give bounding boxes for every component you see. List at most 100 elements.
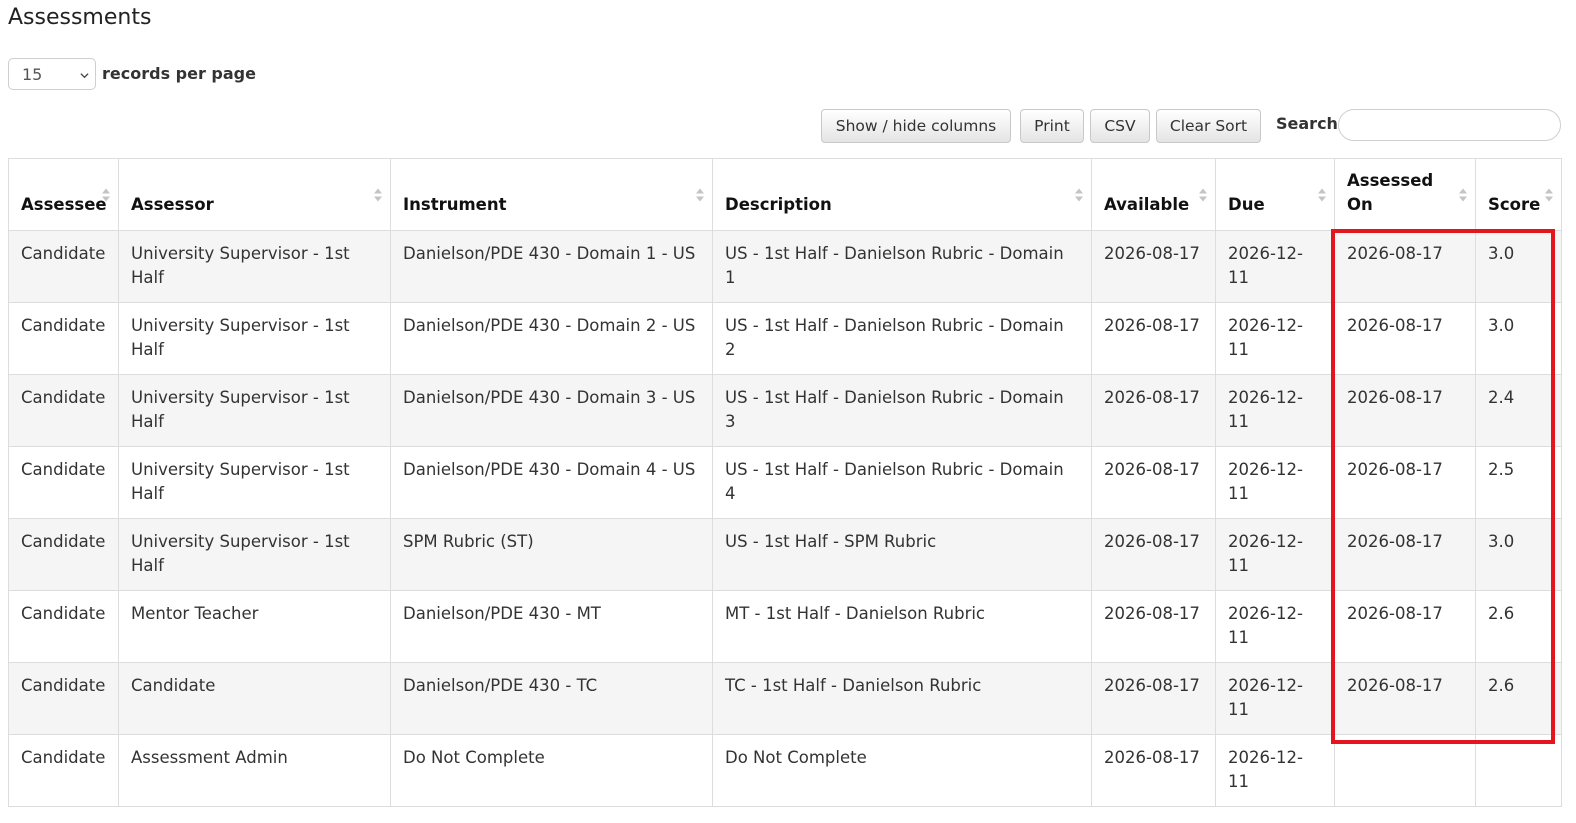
table-row[interactable]: Candidate Assessment Admin Do Not Complete… xyxy=(8,734,1562,807)
sort-both-icon[interactable] xyxy=(1458,187,1468,203)
records-per-page-select[interactable]: 15 xyxy=(8,58,96,90)
table-cell-available: 2026-08-17 xyxy=(1091,302,1216,375)
table-cell-due: 2026-12-11 xyxy=(1215,734,1335,807)
table-cell-score: 3.0 xyxy=(1475,302,1562,375)
table-row[interactable]: Candidate University Supervisor - 1st Hal… xyxy=(8,230,1562,303)
table-cell-due: 2026-12-11 xyxy=(1215,662,1335,735)
table-cell-instrument: Danielson/PDE 430 - Domain 4 - US xyxy=(390,446,713,519)
table-cell-assessor: Candidate xyxy=(118,662,391,735)
assessments-table: Assessee Assessor Instrument Description Ava… xyxy=(8,158,1562,807)
table-cell-description: US - 1st Half - Danielson Rubric - Domai… xyxy=(712,374,1092,447)
table-header-row: Assessee Assessor Instrument Description Ava… xyxy=(8,158,1562,231)
table-cell-instrument: Danielson/PDE 430 - TC xyxy=(390,662,713,735)
table-cell-assessee: Candidate xyxy=(8,518,119,591)
table-row[interactable]: Candidate University Supervisor - 1st Hal… xyxy=(8,518,1562,591)
search-label: Search: xyxy=(1276,114,1345,133)
table-cell-description: US - 1st Half - Danielson Rubric - Domai… xyxy=(712,230,1092,303)
table-cell-instrument: Danielson/PDE 430 - Domain 2 - US xyxy=(390,302,713,375)
table-cell-assessee: Candidate xyxy=(8,662,119,735)
table-cell-description: Do Not Complete xyxy=(712,734,1092,807)
table-cell-due: 2026-12-11 xyxy=(1215,230,1335,303)
sort-both-icon[interactable] xyxy=(1074,187,1084,203)
sort-both-icon[interactable] xyxy=(1198,187,1208,203)
table-cell-description: US - 1st Half - Danielson Rubric - Domai… xyxy=(712,446,1092,519)
table-cell-assessed-on: 2026-08-17 xyxy=(1334,518,1476,591)
column-header-label: Assessed On xyxy=(1347,171,1434,214)
column-header-due[interactable]: Due xyxy=(1215,158,1335,231)
table-cell-score: 3.0 xyxy=(1475,230,1562,303)
column-header-instrument[interactable]: Instrument xyxy=(390,158,713,231)
table-cell-assessed-on: 2026-08-17 xyxy=(1334,662,1476,735)
table-cell-due: 2026-12-11 xyxy=(1215,590,1335,663)
column-header-score[interactable]: Score xyxy=(1475,158,1562,231)
column-header-assessor[interactable]: Assessor xyxy=(118,158,391,231)
table-cell-description: TC - 1st Half - Danielson Rubric xyxy=(712,662,1092,735)
column-header-assessee[interactable]: Assessee xyxy=(8,158,119,231)
table-cell-assessee: Candidate xyxy=(8,374,119,447)
table-cell-due: 2026-12-11 xyxy=(1215,446,1335,519)
table-cell-score xyxy=(1475,734,1562,807)
table-cell-description: US - 1st Half - SPM Rubric xyxy=(712,518,1092,591)
table-cell-assessed-on: 2026-08-17 xyxy=(1334,446,1476,519)
table-row[interactable]: Candidate University Supervisor - 1st Hal… xyxy=(8,302,1562,375)
column-header-label: Available xyxy=(1104,195,1190,214)
sort-both-icon[interactable] xyxy=(1317,187,1327,203)
table-cell-assessee: Candidate xyxy=(8,590,119,663)
table-cell-available: 2026-08-17 xyxy=(1091,518,1216,591)
column-header-label: Due xyxy=(1228,195,1265,214)
table-cell-description: MT - 1st Half - Danielson Rubric xyxy=(712,590,1092,663)
table-cell-due: 2026-12-11 xyxy=(1215,518,1335,591)
table-cell-assessed-on: 2026-08-17 xyxy=(1334,374,1476,447)
table-cell-due: 2026-12-11 xyxy=(1215,374,1335,447)
sort-both-icon[interactable] xyxy=(695,187,705,203)
table-cell-assessor: Assessment Admin xyxy=(118,734,391,807)
table-cell-score: 2.5 xyxy=(1475,446,1562,519)
table-cell-instrument: Danielson/PDE 430 - Domain 1 - US xyxy=(390,230,713,303)
table-cell-available: 2026-08-17 xyxy=(1091,446,1216,519)
clear-sort-button[interactable]: Clear Sort xyxy=(1156,109,1261,143)
table-cell-available: 2026-08-17 xyxy=(1091,374,1216,447)
table-row[interactable]: Candidate Candidate Danielson/PDE 430 - TC… xyxy=(8,662,1562,735)
chevron-down-icon xyxy=(80,73,89,79)
table-cell-available: 2026-08-17 xyxy=(1091,734,1216,807)
table-cell-score: 3.0 xyxy=(1475,518,1562,591)
show-hide-columns-button[interactable]: Show / hide columns xyxy=(821,109,1011,143)
page-title: Assessments xyxy=(8,5,152,30)
table-cell-assessed-on: 2026-08-17 xyxy=(1334,230,1476,303)
csv-button[interactable]: CSV xyxy=(1090,109,1150,143)
column-header-label: Instrument xyxy=(403,195,507,214)
sort-both-icon[interactable] xyxy=(373,187,383,203)
sort-both-icon[interactable] xyxy=(101,187,111,203)
table-cell-assessor: University Supervisor - 1st Half xyxy=(118,446,391,519)
column-header-description[interactable]: Description xyxy=(712,158,1092,231)
table-cell-instrument: Danielson/PDE 430 - MT xyxy=(390,590,713,663)
table-cell-assessor: Mentor Teacher xyxy=(118,590,391,663)
table-cell-assessed-on: 2026-08-17 xyxy=(1334,590,1476,663)
column-header-label: Assessee xyxy=(21,195,107,214)
table-cell-assessor: University Supervisor - 1st Half xyxy=(118,302,391,375)
table-cell-available: 2026-08-17 xyxy=(1091,230,1216,303)
table-cell-score: 2.6 xyxy=(1475,662,1562,735)
table-cell-assessor: University Supervisor - 1st Half xyxy=(118,230,391,303)
table-cell-assessee: Candidate xyxy=(8,734,119,807)
table-row[interactable]: Candidate Mentor Teacher Danielson/PDE 430… xyxy=(8,590,1562,663)
table-row[interactable]: Candidate University Supervisor - 1st Hal… xyxy=(8,446,1562,519)
column-header-label: Description xyxy=(725,195,832,214)
records-per-page-value: 15 xyxy=(22,65,43,84)
column-header-assessed-on[interactable]: Assessed On xyxy=(1334,158,1476,231)
column-header-label: Assessor xyxy=(131,195,214,214)
table-cell-available: 2026-08-17 xyxy=(1091,662,1216,735)
table-body: Candidate University Supervisor - 1st Hal… xyxy=(8,230,1562,807)
table-cell-assessed-on xyxy=(1334,734,1476,807)
table-cell-assessor: University Supervisor - 1st Half xyxy=(118,518,391,591)
table-cell-assessed-on: 2026-08-17 xyxy=(1334,302,1476,375)
column-header-available[interactable]: Available xyxy=(1091,158,1216,231)
print-button[interactable]: Print xyxy=(1020,109,1084,143)
sort-both-icon[interactable] xyxy=(1544,187,1554,203)
table-row[interactable]: Candidate University Supervisor - 1st Hal… xyxy=(8,374,1562,447)
table-cell-available: 2026-08-17 xyxy=(1091,590,1216,663)
search-input[interactable] xyxy=(1338,109,1561,141)
table-cell-instrument: Do Not Complete xyxy=(390,734,713,807)
table-cell-assessee: Candidate xyxy=(8,446,119,519)
records-per-page-label: records per page xyxy=(102,64,256,83)
